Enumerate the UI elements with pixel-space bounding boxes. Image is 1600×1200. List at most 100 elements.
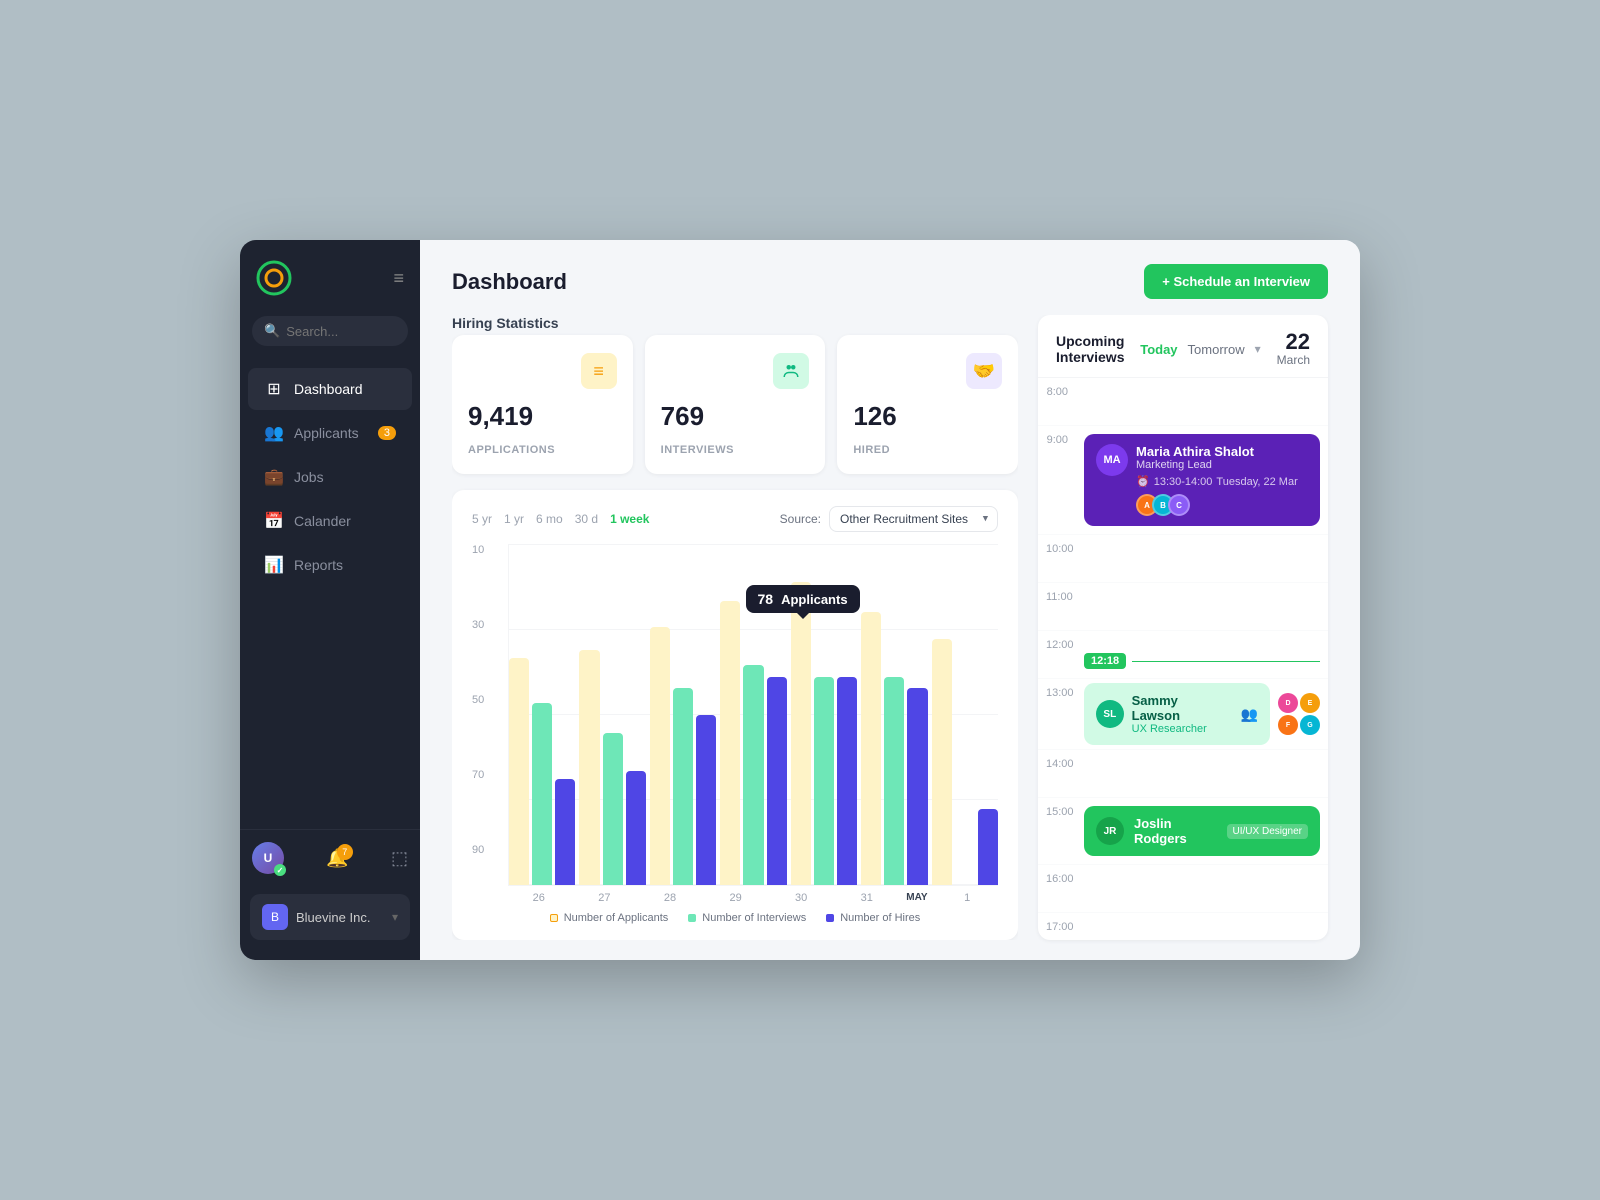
- page-title: Dashboard: [452, 269, 567, 295]
- bar-group: [861, 544, 927, 885]
- filter-1week[interactable]: 1 week: [610, 512, 649, 526]
- x-label: 31: [836, 892, 898, 904]
- search-icon: 🔍: [264, 323, 280, 339]
- maria-time: ⏰ 13:30-14:00 Tuesday, 22 Mar: [1136, 475, 1298, 488]
- maria-avatar: MA: [1096, 444, 1128, 476]
- date-display: 22 March: [1277, 331, 1310, 367]
- bar-group: [932, 544, 998, 885]
- schedule-interview-button[interactable]: + Schedule an Interview: [1144, 264, 1328, 299]
- applications-card: ≡ 9,419 APPLICATIONS: [452, 335, 633, 474]
- maria-attendees: A B C: [1136, 494, 1298, 516]
- x-label: 26: [508, 892, 570, 904]
- x-label: 1: [936, 892, 998, 904]
- sidebar-item-reports[interactable]: 📊 Reports: [248, 544, 412, 586]
- filter-6mo[interactable]: 6 mo: [536, 512, 563, 526]
- interviews-card: 769 INTERVIEWS: [645, 335, 826, 474]
- interviews-icon: [773, 353, 809, 389]
- legend-label-applicants: Number of Applicants: [564, 912, 669, 924]
- nav-chevron-icon[interactable]: ▾: [1255, 342, 1261, 356]
- bar-group: [579, 544, 645, 885]
- tooltip-arrow: [797, 613, 809, 619]
- legend-hires: Number of Hires: [826, 912, 920, 924]
- source-dropdown-wrap: Other Recruitment Sites: [829, 506, 998, 532]
- chart-area: 90 70 50 30 10: [472, 544, 998, 886]
- time-filters: 5 yr 1 yr 6 mo 30 d 1 week: [472, 512, 649, 526]
- legend-interviews: Number of Interviews: [688, 912, 806, 924]
- sidebar-item-calendar[interactable]: 📅 Calander: [248, 500, 412, 542]
- joslin-name: Joslin Rodgers: [1134, 816, 1217, 846]
- stats-section: Hiring Statistics ≡ 9,419 APPLICATIONS: [452, 315, 1018, 474]
- chevron-down-icon: ▾: [392, 910, 398, 924]
- interview-card-sammy[interactable]: SL Sammy Lawson UX Researcher 👥: [1084, 683, 1270, 745]
- hired-card: 🤝 126 HIRED: [837, 335, 1018, 474]
- hired-label: HIRED: [853, 444, 1002, 456]
- search-input[interactable]: [286, 324, 396, 339]
- sidebar-item-label: Applicants: [294, 425, 359, 441]
- current-time-marker: [1132, 661, 1320, 662]
- maria-name: Maria Athira Shalot: [1136, 444, 1298, 459]
- sammy-extra-avatars: D E F G: [1278, 693, 1320, 735]
- upcoming-interviews-panel: Upcoming Interviews Today Tomorrow ▾ 22 …: [1038, 315, 1328, 940]
- upcoming-header: Upcoming Interviews Today Tomorrow ▾ 22 …: [1038, 315, 1328, 378]
- x-label: 30: [770, 892, 832, 904]
- sidebar-item-label: Dashboard: [294, 381, 363, 397]
- legend-dot-applicants: [550, 914, 558, 922]
- source-select[interactable]: Other Recruitment Sites: [829, 506, 998, 532]
- applications-icon: ≡: [581, 353, 617, 389]
- main-body: Hiring Statistics ≡ 9,419 APPLICATIONS: [420, 315, 1360, 960]
- app-logo: [256, 260, 292, 296]
- sammy-avatar: SL: [1096, 700, 1124, 728]
- interview-card-joslin[interactable]: JR Joslin Rodgers UI/UX Designer: [1084, 806, 1320, 856]
- filter-1yr[interactable]: 1 yr: [504, 512, 524, 526]
- bar-applicants: [932, 639, 952, 885]
- x-label: 28: [639, 892, 701, 904]
- bar-group: [650, 544, 716, 885]
- avatar[interactable]: U: [252, 842, 284, 874]
- source-filter: Source: Other Recruitment Sites: [780, 506, 998, 532]
- chart-tooltip: 78 Applicants: [746, 585, 860, 613]
- date-nav: Today Tomorrow ▾ 22 March: [1140, 331, 1310, 367]
- bar-interviews: [814, 677, 834, 885]
- legend-dot-interviews: [688, 914, 696, 922]
- logout-button[interactable]: ⬚: [391, 848, 408, 869]
- interviews-label: INTERVIEWS: [661, 444, 810, 456]
- time-slot-800: 8:00: [1038, 378, 1328, 426]
- sidebar-item-jobs[interactable]: 💼 Jobs: [248, 456, 412, 498]
- time-slot-1600: 16:00: [1038, 865, 1328, 913]
- x-label-may: MAY: [902, 892, 933, 904]
- legend-applicants: Number of Applicants: [550, 912, 669, 924]
- x-labels: 26 2728 2930 31 MAY1: [508, 892, 998, 904]
- x-label: 29: [705, 892, 767, 904]
- maria-role: Marketing Lead: [1136, 459, 1298, 471]
- search-container: 🔍: [252, 316, 408, 346]
- date-month: March: [1277, 353, 1310, 367]
- attendee-avatar: D: [1278, 693, 1298, 713]
- hired-icon: 🤝: [966, 353, 1002, 389]
- chart-legend: Number of Applicants Number of Interview…: [472, 912, 998, 924]
- today-button[interactable]: Today: [1140, 342, 1177, 357]
- sidebar-item-label: Calander: [294, 513, 351, 529]
- legend-dot-hires: [826, 914, 834, 922]
- sidebar-item-applicants[interactable]: 👥 Applicants 3: [248, 412, 412, 454]
- company-switcher[interactable]: B Bluevine Inc. ▾: [250, 894, 410, 940]
- notifications-button[interactable]: 🔔 7: [326, 848, 348, 869]
- tooltip-number: 78: [758, 591, 774, 607]
- calendar-scroll[interactable]: 8:00 9:00 MA Maria Athira Shalot: [1038, 378, 1328, 940]
- sidebar-item-dashboard[interactable]: ⊞ Dashboard: [248, 368, 412, 410]
- filter-30d[interactable]: 30 d: [575, 512, 598, 526]
- current-time-badge: 12:18: [1084, 653, 1126, 669]
- filter-5yr[interactable]: 5 yr: [472, 512, 492, 526]
- sidebar-toggle-icon[interactable]: ≡: [393, 268, 404, 289]
- sidebar-nav: ⊞ Dashboard 👥 Applicants 3 💼 Jobs 📅 Cala…: [240, 366, 420, 829]
- bar-applicants: [579, 650, 599, 885]
- time-slot-1500: 15:00 JR Joslin Rodgers UI/UX Designer: [1038, 798, 1328, 865]
- sidebar-item-label: Jobs: [294, 469, 324, 485]
- sammy-row: SL Sammy Lawson UX Researcher 👥: [1084, 683, 1320, 745]
- sammy-role: UX Researcher: [1132, 723, 1229, 735]
- bar-interviews: [884, 677, 904, 885]
- bar-interviews: [743, 665, 763, 885]
- x-label: 27: [574, 892, 636, 904]
- chart-y-labels: 90 70 50 30 10: [472, 544, 500, 856]
- interview-card-maria[interactable]: MA Maria Athira Shalot Marketing Lead ⏰ …: [1084, 434, 1320, 526]
- tomorrow-button[interactable]: Tomorrow: [1188, 342, 1245, 357]
